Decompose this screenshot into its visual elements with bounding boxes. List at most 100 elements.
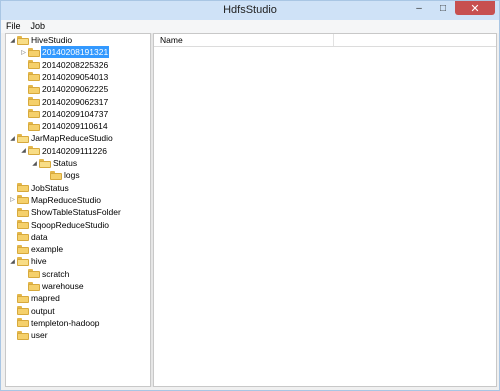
open-folder-icon bbox=[17, 256, 29, 266]
tree-node-label: 20140209054013 bbox=[42, 71, 109, 82]
tree-node-label: data bbox=[31, 231, 48, 242]
folder-icon bbox=[28, 109, 40, 119]
tree-node-label: mapred bbox=[31, 293, 60, 304]
tree-node[interactable]: output bbox=[8, 305, 56, 317]
list-header: Name bbox=[154, 34, 496, 47]
tree-node[interactable]: 20140209110614 bbox=[19, 120, 109, 132]
folder-icon bbox=[17, 195, 29, 205]
open-folder-icon bbox=[17, 35, 29, 45]
expanded-arrow-icon[interactable]: ◢ bbox=[30, 157, 39, 169]
folder-icon bbox=[17, 232, 29, 242]
tree-node[interactable]: ◢ 20140209111226 bbox=[19, 145, 108, 157]
folder-icon bbox=[28, 47, 40, 57]
folder-icon bbox=[17, 183, 29, 193]
tree-node-label: 20140208191321 bbox=[41, 46, 110, 59]
tree-node[interactable]: user bbox=[8, 329, 49, 341]
file-list[interactable]: Name bbox=[153, 33, 497, 387]
expander-placeholder bbox=[19, 120, 28, 132]
folder-icon bbox=[50, 170, 62, 180]
tree-node[interactable]: SqoopReduceStudio bbox=[8, 219, 110, 231]
tree-node[interactable]: ▷ MapReduceStudio bbox=[8, 194, 102, 206]
menu-job[interactable]: Job bbox=[26, 20, 51, 33]
expanded-arrow-icon[interactable]: ◢ bbox=[8, 132, 17, 144]
collapsed-arrow-icon[interactable]: ▷ bbox=[19, 46, 28, 58]
tree-node-label: user bbox=[31, 330, 48, 341]
close-icon: ✕ bbox=[470, 2, 480, 15]
tree-node-label: output bbox=[31, 305, 55, 316]
maximize-icon: □ bbox=[439, 2, 447, 14]
folder-icon bbox=[17, 293, 29, 303]
expanded-arrow-icon[interactable]: ◢ bbox=[8, 255, 17, 267]
tree-node[interactable]: 20140209062317 bbox=[19, 96, 109, 108]
tree-node-label: 20140209110614 bbox=[42, 121, 108, 132]
expander-placeholder bbox=[19, 280, 28, 292]
expander-placeholder bbox=[8, 206, 17, 218]
tree-node[interactable]: 20140209054013 bbox=[19, 71, 109, 83]
folder-icon bbox=[28, 269, 40, 279]
menu-file[interactable]: File bbox=[1, 20, 26, 33]
expander-placeholder bbox=[8, 329, 17, 341]
tree-node-label: HiveStudio bbox=[31, 35, 73, 45]
tree-node-label: example bbox=[31, 244, 64, 255]
expander-placeholder bbox=[8, 231, 17, 243]
tree-node-label: warehouse bbox=[42, 281, 84, 291]
folder-tree[interactable]: ◢ HiveStudio ▷ 20140208191321 20140208225326… bbox=[5, 33, 151, 387]
expander-placeholder bbox=[8, 219, 17, 231]
tree-node[interactable]: ◢ Status bbox=[30, 157, 78, 169]
folder-icon bbox=[17, 330, 29, 340]
collapsed-arrow-icon[interactable]: ▷ bbox=[8, 194, 17, 206]
folder-icon bbox=[17, 220, 29, 229]
folder-icon bbox=[28, 84, 40, 94]
folder-icon bbox=[28, 281, 40, 291]
tree-node[interactable]: JobStatus bbox=[8, 182, 70, 194]
tree-node[interactable]: warehouse bbox=[19, 280, 85, 292]
tree-node-label: 20140209062317 bbox=[42, 96, 109, 107]
tree-node[interactable]: mapred bbox=[8, 292, 61, 304]
title-bar[interactable]: HdfsStudio – □ ✕ bbox=[1, 1, 499, 20]
tree-node-label: SqoopReduceStudio bbox=[31, 219, 109, 230]
tree-node[interactable]: templeton-hadoop bbox=[8, 317, 101, 329]
expander-placeholder bbox=[8, 317, 17, 329]
folder-icon bbox=[28, 97, 40, 106]
tree-node[interactable]: ◢ JarMapReduceStudio bbox=[8, 132, 114, 144]
tree-node[interactable]: example bbox=[8, 243, 64, 255]
maximize-button[interactable]: □ bbox=[431, 1, 455, 15]
tree-node[interactable]: ◢ hive bbox=[8, 255, 48, 267]
column-header-name[interactable]: Name bbox=[154, 34, 334, 46]
expander-placeholder bbox=[8, 243, 17, 255]
expanded-arrow-icon[interactable]: ◢ bbox=[8, 34, 17, 46]
expander-placeholder bbox=[19, 71, 28, 83]
app-window: HdfsStudio – □ ✕ File Job ◢ HiveStudio ▷ 20… bbox=[0, 0, 500, 391]
folder-icon bbox=[17, 207, 29, 217]
tree-node[interactable]: data bbox=[8, 231, 49, 243]
tree-node[interactable]: scratch bbox=[19, 268, 70, 280]
expander-placeholder bbox=[19, 96, 28, 108]
tree-node-label: ShowTableStatusFolder bbox=[31, 207, 121, 218]
tree-node[interactable]: 20140209104737 bbox=[19, 108, 109, 120]
open-folder-icon bbox=[28, 146, 40, 156]
tree-node-label: logs bbox=[64, 170, 80, 181]
tree-node-label: 20140209062225 bbox=[42, 84, 109, 95]
menu-bar: File Job bbox=[1, 20, 499, 33]
folder-icon bbox=[17, 318, 29, 328]
tree-node[interactable]: ▷ 20140208191321 bbox=[19, 46, 110, 59]
tree-node-label: 20140209111226 bbox=[42, 145, 107, 156]
expander-placeholder bbox=[41, 169, 50, 181]
tree-node[interactable]: 20140208225326 bbox=[19, 59, 109, 71]
close-button[interactable]: ✕ bbox=[455, 1, 495, 15]
tree-node[interactable]: ◢ HiveStudio bbox=[8, 34, 73, 46]
tree-node[interactable]: 20140209062225 bbox=[19, 83, 109, 95]
minimize-icon: – bbox=[416, 2, 422, 14]
tree-node-label: hive bbox=[31, 256, 47, 267]
tree-node[interactable]: logs bbox=[41, 169, 81, 181]
tree-node[interactable]: ShowTableStatusFolder bbox=[8, 206, 122, 218]
window-controls: – □ ✕ bbox=[407, 1, 495, 15]
open-folder-icon bbox=[39, 158, 51, 168]
folder-icon bbox=[17, 306, 29, 316]
tree-node-label: scratch bbox=[42, 268, 70, 279]
tree-node-label: MapReduceStudio bbox=[31, 194, 101, 205]
expanded-arrow-icon[interactable]: ◢ bbox=[19, 145, 28, 157]
minimize-button[interactable]: – bbox=[407, 1, 431, 15]
folder-icon bbox=[28, 121, 40, 131]
expander-placeholder bbox=[8, 182, 17, 194]
